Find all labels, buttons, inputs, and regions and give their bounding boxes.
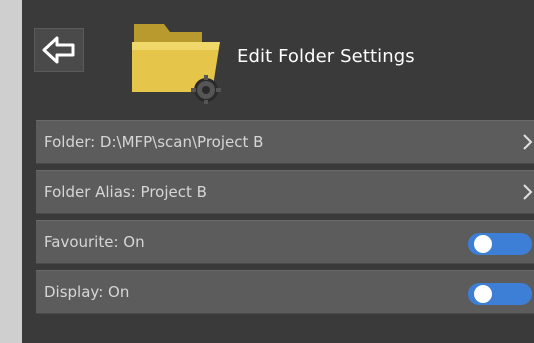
folder-alias-row[interactable]: Folder Alias: Project B bbox=[36, 170, 534, 214]
back-arrow-icon bbox=[42, 36, 75, 64]
back-button[interactable] bbox=[34, 28, 84, 72]
folder-alias-label: Folder Alias: Project B bbox=[44, 183, 207, 201]
favourite-row: Favourite: On bbox=[36, 220, 534, 264]
folder-settings-icon bbox=[132, 24, 221, 104]
toggle-knob bbox=[474, 235, 492, 253]
display-toggle[interactable] bbox=[468, 283, 532, 305]
favourite-toggle[interactable] bbox=[468, 233, 532, 255]
toggle-knob bbox=[474, 285, 492, 303]
settings-panel: Edit Folder Settings Folder: D:\MFP\scan… bbox=[22, 0, 534, 343]
favourite-label: Favourite: On bbox=[44, 233, 145, 251]
folder-path-label: Folder: D:\MFP\scan\Project B bbox=[44, 133, 264, 151]
settings-list: Folder: D:\MFP\scan\Project B Folder Ali… bbox=[36, 120, 534, 320]
page-title: Edit Folder Settings bbox=[237, 46, 415, 67]
folder-path-row[interactable]: Folder: D:\MFP\scan\Project B bbox=[36, 120, 534, 164]
chevron-right-icon bbox=[523, 184, 533, 200]
screen: Edit Folder Settings Folder: D:\MFP\scan… bbox=[0, 0, 534, 343]
display-label: Display: On bbox=[44, 283, 130, 301]
display-row: Display: On bbox=[36, 270, 534, 314]
chevron-right-icon bbox=[523, 134, 533, 150]
